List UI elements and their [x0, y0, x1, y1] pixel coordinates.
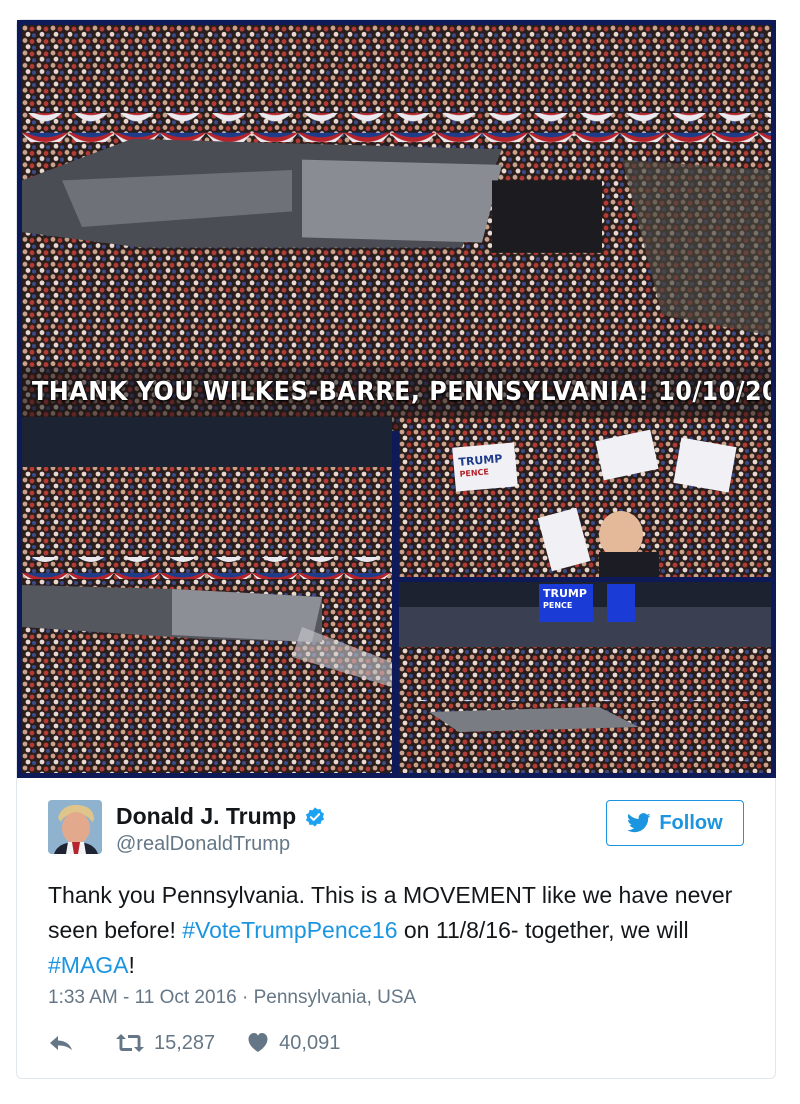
tweet-text-part: on 11/8/16- together, we will — [397, 917, 689, 943]
author-display-name[interactable]: Donald J. Trump — [116, 803, 296, 830]
hashtag-link[interactable]: #MAGA — [48, 952, 129, 978]
meta-separator: · — [236, 987, 254, 1008]
tweet-timestamp[interactable]: 1:33 AM - 11 Oct 2016 — [48, 987, 237, 1008]
profile-photo-icon — [48, 800, 102, 854]
avatar[interactable] — [48, 800, 102, 854]
author-handle[interactable]: @realDonaldTrump — [116, 833, 290, 856]
rally-photo-arena: TRUMP PENCE — [399, 582, 771, 773]
tweet-text-part: ! — [128, 952, 135, 978]
media-collage[interactable]: THANK YOU WILKES-BARRE, PENNSYLVANIA! 10… — [17, 20, 776, 778]
screen-text-sub: PENCE — [543, 601, 573, 610]
tweet-actions: 15,287 40,091 — [48, 1030, 372, 1056]
photo-caption-banner: THANK YOU WILKES-BARRE, PENNSYLVANIA! 10… — [32, 377, 771, 407]
follow-button[interactable]: Follow — [606, 800, 744, 846]
sign-text-sub: PENCE — [459, 467, 490, 479]
reply-icon — [50, 1036, 72, 1050]
reply-button[interactable] — [48, 1033, 84, 1053]
rally-photo-main: THANK YOU WILKES-BARRE, PENNSYLVANIA! 10… — [22, 25, 771, 431]
verified-badge-icon — [306, 806, 325, 827]
like-count: 40,091 — [279, 1031, 341, 1054]
retweet-count: 15,287 — [154, 1031, 216, 1054]
twitter-bird-icon — [627, 813, 651, 833]
screen-text: TRUMP — [543, 587, 587, 600]
hashtag-link[interactable]: #VoteTrumpPence16 — [182, 917, 397, 943]
follow-button-label: Follow — [659, 811, 723, 834]
retweet-icon — [116, 1034, 144, 1052]
tweet-location[interactable]: Pennsylvania, USA — [254, 987, 417, 1008]
rally-photo-signs: TRUMP PENCE — [399, 417, 771, 577]
tweet-meta: 1:33 AM - 11 Oct 2016 · Pennsylvania, US… — [48, 987, 416, 1009]
sign-text: TRUMP — [457, 452, 503, 469]
tweet-text: Thank you Pennsylvania. This is a MOVEME… — [48, 878, 748, 983]
rally-photo-stage — [22, 417, 392, 773]
like-button[interactable]: 40,091 — [247, 1032, 340, 1055]
retweet-button[interactable]: 15,287 — [116, 1032, 215, 1055]
heart-icon — [248, 1033, 268, 1052]
